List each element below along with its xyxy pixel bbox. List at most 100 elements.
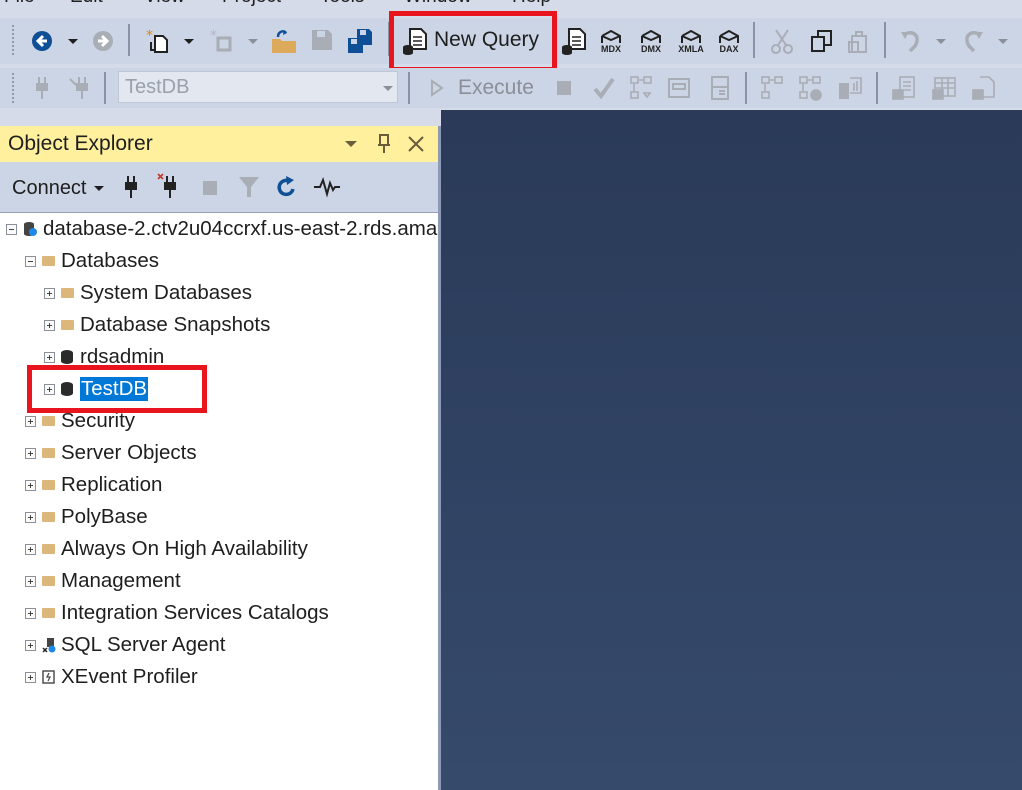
menu-view[interactable]: View xyxy=(144,0,185,8)
expand-icon[interactable] xyxy=(25,447,36,459)
document-workspace xyxy=(441,110,1022,790)
back-icon[interactable] xyxy=(30,29,54,53)
expand-icon[interactable] xyxy=(44,287,55,299)
change-connection-icon xyxy=(66,74,96,102)
tree-node-replication[interactable]: Replication xyxy=(25,470,162,500)
menu-tools[interactable]: Tools xyxy=(320,0,364,8)
menu-edit[interactable]: Edit xyxy=(70,0,103,8)
expand-icon[interactable] xyxy=(25,479,36,491)
available-databases-select[interactable]: TestDB xyxy=(118,71,398,103)
save-all-icon[interactable] xyxy=(346,27,374,55)
svg-text:*: * xyxy=(146,28,153,44)
collapse-icon[interactable] xyxy=(6,223,17,235)
tree-node-label: PolyBase xyxy=(61,505,148,528)
add-item-dropdown-icon xyxy=(248,39,258,44)
dax-query-icon[interactable]: DAX xyxy=(714,27,744,57)
expand-icon[interactable] xyxy=(25,575,36,587)
database-icon xyxy=(61,350,73,364)
tree-node-database-snapshots[interactable]: Database Snapshots xyxy=(44,310,270,340)
tree-node-xevent-profiler[interactable]: XEvent Profiler xyxy=(25,662,198,692)
object-explorer-title-bar: Object Explorer xyxy=(0,126,438,162)
tree-node-integration-services[interactable]: Integration Services Catalogs xyxy=(25,598,329,628)
tree-node-label: XEvent Profiler xyxy=(61,665,198,688)
folder-icon xyxy=(42,512,55,522)
redo-icon xyxy=(958,27,986,55)
open-file-icon[interactable] xyxy=(270,27,298,55)
disconnect-icon[interactable] xyxy=(156,172,182,200)
tree-node-label: Server Objects xyxy=(61,441,197,464)
add-item-icon: * xyxy=(208,27,236,55)
tree-node-system-databases[interactable]: System Databases xyxy=(44,278,252,308)
execute-icon xyxy=(428,76,446,100)
expand-icon[interactable] xyxy=(44,319,55,331)
refresh-icon[interactable] xyxy=(274,174,300,200)
activity-monitor-icon[interactable] xyxy=(312,174,342,200)
expand-icon[interactable] xyxy=(25,415,36,427)
expand-icon[interactable] xyxy=(25,511,36,523)
tree-node-label: database-2.ctv2u04ccrxf.us-east-2.rds.am… xyxy=(43,217,438,240)
toolbar-separator xyxy=(745,72,747,104)
tree-node-server-objects[interactable]: Server Objects xyxy=(25,438,197,468)
connect-object-explorer-icon[interactable] xyxy=(122,174,140,200)
new-query-button[interactable]: New Query xyxy=(434,28,539,52)
toolbar-separator xyxy=(104,72,106,104)
forward-icon[interactable] xyxy=(91,29,115,53)
tree-node-databases[interactable]: Databases xyxy=(25,246,159,276)
cancel-query-icon xyxy=(556,80,572,96)
toolbar-grip[interactable] xyxy=(11,24,15,56)
client-statistics-icon xyxy=(836,74,864,102)
dmx-query-icon[interactable]: DMX xyxy=(636,27,666,57)
available-databases-value: TestDB xyxy=(125,76,190,98)
menu-project[interactable]: Project xyxy=(222,0,281,8)
pin-icon[interactable] xyxy=(374,132,394,156)
new-project-dropdown-icon[interactable] xyxy=(184,39,194,44)
filter-icon xyxy=(236,174,262,200)
collapse-icon[interactable] xyxy=(25,255,36,267)
new-project-icon[interactable]: * xyxy=(144,27,172,55)
testdb-highlight xyxy=(27,365,207,413)
toolbar-separator xyxy=(876,72,878,104)
window-position-dropdown-icon[interactable] xyxy=(345,141,357,147)
tree-node-label: Replication xyxy=(61,473,163,496)
connect-dropdown-icon[interactable] xyxy=(94,186,104,191)
xevent-icon xyxy=(42,670,55,684)
connect-button[interactable]: Connect xyxy=(12,177,87,200)
back-dropdown-icon[interactable] xyxy=(68,39,78,44)
copy-icon[interactable] xyxy=(808,27,836,55)
folder-icon xyxy=(42,608,55,618)
mdx-query-icon[interactable]: MDX xyxy=(596,27,626,57)
xmla-label: XMLA xyxy=(678,44,704,54)
paste-icon xyxy=(845,27,873,55)
stop-icon xyxy=(202,180,218,196)
tree-node-always-on[interactable]: Always On High Availability xyxy=(25,534,308,564)
tree-node-polybase[interactable]: PolyBase xyxy=(25,502,148,532)
close-icon[interactable] xyxy=(405,132,427,156)
tree-node-sql-server-agent[interactable]: SQL Server Agent xyxy=(25,630,225,660)
expand-icon[interactable] xyxy=(25,543,36,555)
intellisense-icon xyxy=(706,74,734,102)
include-actual-plan-icon xyxy=(759,74,787,102)
database-engine-query-icon[interactable] xyxy=(560,27,588,55)
tree-node-server[interactable]: database-2.ctv2u04ccrxf.us-east-2.rds.am… xyxy=(6,214,437,244)
expand-icon[interactable] xyxy=(25,671,36,683)
menu-help[interactable]: Help xyxy=(512,0,551,8)
parse-icon xyxy=(591,74,617,102)
tree-node-label: Always On High Availability xyxy=(61,537,308,560)
expand-icon[interactable] xyxy=(44,351,55,363)
undo-dropdown-icon xyxy=(936,39,946,44)
toolbar-grip[interactable] xyxy=(11,72,15,104)
svg-text:*: * xyxy=(210,28,217,44)
expand-icon[interactable] xyxy=(25,639,36,651)
cut-icon xyxy=(768,27,796,55)
results-to-grid-icon xyxy=(930,74,958,102)
xmla-query-icon[interactable]: XMLA xyxy=(675,27,707,57)
expand-icon[interactable] xyxy=(25,607,36,619)
undo-icon xyxy=(898,27,926,55)
folder-icon xyxy=(42,576,55,586)
menu-window[interactable]: Window xyxy=(404,0,472,8)
tree-node-label: System Databases xyxy=(80,281,253,304)
folder-icon xyxy=(42,480,55,490)
folder-icon xyxy=(42,256,55,266)
tree-node-management[interactable]: Management xyxy=(25,566,181,596)
menu-file[interactable]: File xyxy=(4,0,35,8)
